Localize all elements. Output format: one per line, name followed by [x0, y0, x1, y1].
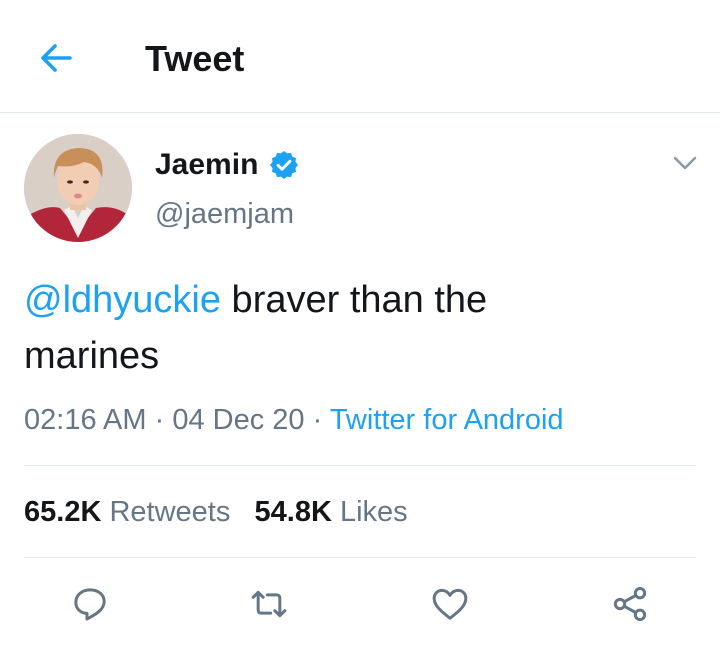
divider — [24, 557, 696, 558]
reply-icon — [74, 588, 106, 621]
more-options-button[interactable] — [668, 148, 702, 178]
retweets-label: Retweets — [109, 496, 231, 528]
likes-label: Likes — [339, 496, 408, 528]
likes-stat[interactable]: 54.8K Likes — [255, 496, 408, 528]
meta-separator: · — [154, 404, 165, 436]
avatar[interactable] — [24, 134, 132, 242]
like-icon — [432, 588, 468, 620]
share-button[interactable] — [604, 578, 656, 630]
retweet-button[interactable] — [243, 578, 295, 630]
like-button[interactable] — [424, 578, 476, 630]
action-bar — [0, 578, 720, 630]
tweet-stats: 65.2K Retweets 54.8K Likes — [24, 494, 408, 530]
back-button[interactable] — [32, 36, 80, 80]
app-header: Tweet — [0, 0, 720, 113]
author-name[interactable]: Jaemin — [155, 148, 300, 182]
retweets-stat[interactable]: 65.2K Retweets — [24, 496, 230, 528]
author-handle[interactable]: @jaemjam — [155, 197, 294, 231]
display-name[interactable]: Jaemin — [155, 148, 258, 182]
page-title: Tweet — [145, 38, 245, 79]
tweet-text: @ldhyuckie braver than the marines — [24, 272, 684, 384]
retweet-icon — [251, 590, 287, 618]
tweet-time: 02:16 AM — [24, 404, 147, 436]
chevron-down-icon — [673, 156, 697, 170]
tweet-body-line1: braver than the — [221, 279, 488, 321]
meta-separator: · — [312, 404, 323, 436]
tweet-body-line2: marines — [24, 335, 160, 377]
reply-button[interactable] — [64, 578, 116, 630]
tweet-source-link[interactable]: Twitter for Android — [330, 404, 564, 436]
avatar-image — [24, 134, 132, 242]
likes-count: 54.8K — [254, 496, 332, 528]
retweets-count: 65.2K — [24, 496, 102, 528]
share-icon — [613, 587, 647, 621]
arrow-left-icon — [41, 44, 72, 72]
tweet-meta: 02:16 AM · 04 Dec 20 · Twitter for Andro… — [24, 402, 564, 438]
tweet-date: 04 Dec 20 — [172, 404, 305, 436]
verified-badge-icon — [268, 149, 300, 181]
divider — [24, 465, 696, 466]
mention-link[interactable]: @ldhyuckie — [24, 279, 221, 321]
